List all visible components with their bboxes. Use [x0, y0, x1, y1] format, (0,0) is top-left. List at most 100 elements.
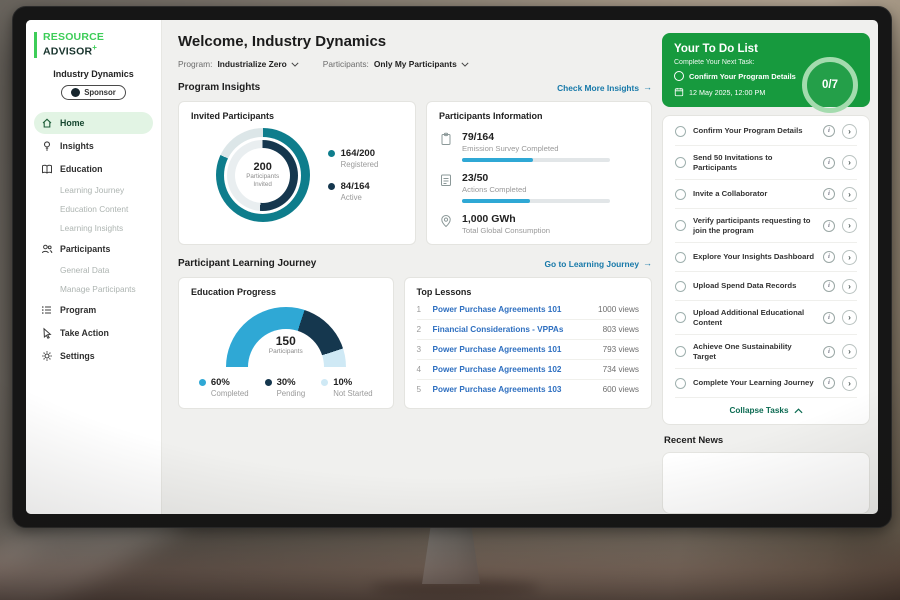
desk-shadow [0, 530, 900, 600]
education-progress-card: Education Progress 150 Participants [178, 277, 394, 409]
chevron-right-icon[interactable]: › [842, 155, 857, 170]
legend-dot [328, 150, 335, 157]
lesson-link[interactable]: Power Purchase Agreements 101 [433, 305, 591, 314]
logo-resource: RESOURCE [43, 31, 104, 43]
legend-item-not-started: 10% Not Started [321, 377, 372, 398]
info-icon[interactable]: i [823, 220, 835, 232]
program-insights-header: Program Insights Check More Insights→ [178, 82, 652, 93]
legend-item-registered: 164/200 Registered [328, 148, 379, 169]
sidebar-item-insights[interactable]: Insights [34, 135, 153, 157]
desk-photo-background: RESOURCE ADVISOR+ Industry Dynamics Spon… [0, 0, 900, 600]
logo-plus: + [92, 43, 97, 52]
todo-next-task[interactable]: Confirm Your Program Details [674, 71, 814, 81]
invited-donut-inner: 200 Participants Invited [227, 140, 298, 211]
checkbox-icon[interactable] [675, 378, 686, 389]
todo-progress-ring: 0/7 [802, 57, 858, 113]
task-row[interactable]: Confirm Your Program Details i › [675, 117, 857, 146]
sidebar-item-program[interactable]: Program [34, 299, 153, 321]
lesson-link[interactable]: Financial Considerations - VPPAs [433, 325, 595, 334]
info-icon[interactable]: i [823, 346, 835, 358]
stat-emission-survey: 79/164 Emission Survey Completed [439, 131, 639, 162]
chevron-right-icon[interactable]: › [842, 218, 857, 233]
task-row[interactable]: Verify participants requesting to join t… [675, 209, 857, 243]
participants-filter-value: Only My Participants [374, 59, 469, 69]
invited-legend: 164/200 Registered 84/164 Active [328, 148, 379, 202]
info-icon[interactable]: i [823, 280, 835, 292]
sidebar-item-general-data[interactable]: General Data [34, 261, 153, 279]
clipboard-icon [439, 132, 453, 146]
chevron-right-icon[interactable]: › [842, 124, 857, 139]
collapse-tasks-button[interactable]: Collapse Tasks [675, 398, 857, 423]
sidebar-item-settings[interactable]: Settings [34, 345, 153, 367]
task-row[interactable]: Explore Your Insights Dashboard i › [675, 243, 857, 272]
app-logo: RESOURCE ADVISOR+ [34, 32, 153, 58]
checkbox-icon[interactable] [675, 312, 686, 323]
page-title: Welcome, Industry Dynamics [178, 33, 652, 50]
sidebar-item-learning-journey[interactable]: Learning Journey [34, 181, 153, 199]
card-title: Education Progress [191, 287, 381, 297]
lesson-link[interactable]: Power Purchase Agreements 103 [433, 385, 595, 394]
chevron-right-icon[interactable]: › [842, 250, 857, 265]
sidebar-item-take-action[interactable]: Take Action [34, 322, 153, 344]
sidebar-item-home[interactable]: Home [34, 112, 153, 134]
lesson-row: 4 Power Purchase Agreements 102 734 view… [417, 360, 639, 380]
task-row[interactable]: Complete Your Learning Journey i › [675, 369, 857, 398]
checkbox-icon[interactable] [675, 281, 686, 292]
check-more-insights-link[interactable]: Check More Insights→ [557, 83, 652, 93]
todo-column: Your To Do List Complete Your Next Task:… [662, 20, 878, 514]
lesson-link[interactable]: Power Purchase Agreements 102 [433, 365, 595, 374]
home-icon [41, 117, 53, 129]
chevron-down-icon [291, 62, 299, 67]
legend-item-pending: 30% Pending [265, 377, 306, 398]
task-row[interactable]: Invite a Collaborator i › [675, 180, 857, 209]
sponsor-badge[interactable]: Sponsor [61, 85, 126, 100]
checkbox-icon[interactable] [675, 157, 686, 168]
arrow-right-icon: → [643, 83, 652, 92]
todo-title: Your To Do List [674, 43, 858, 55]
info-icon[interactable]: i [823, 125, 835, 137]
checkbox-icon[interactable] [674, 71, 684, 81]
task-row[interactable]: Achieve One Sustainability Target i › [675, 335, 857, 369]
chevron-right-icon[interactable]: › [842, 310, 857, 325]
go-to-learning-journey-link[interactable]: Go to Learning Journey→ [545, 259, 652, 269]
sidebar-item-participants[interactable]: Participants [34, 238, 153, 260]
sidebar-item-education-content[interactable]: Education Content [34, 200, 153, 218]
info-icon[interactable]: i [823, 251, 835, 263]
chevron-right-icon[interactable]: › [842, 344, 857, 359]
info-bar-fill-1 [462, 199, 530, 203]
section-title: Participant Learning Journey [178, 258, 316, 269]
checkbox-icon[interactable] [675, 346, 686, 357]
legend-dot [265, 379, 272, 386]
checkbox-icon[interactable] [675, 252, 686, 263]
checkbox-icon[interactable] [675, 220, 686, 231]
participants-information-card: Participants Information 79/164 Emission… [426, 101, 652, 245]
sidebar-item-learning-insights[interactable]: Learning Insights [34, 219, 153, 237]
info-icon[interactable]: i [823, 312, 835, 324]
checkbox-icon[interactable] [675, 126, 686, 137]
task-row[interactable]: Upload Spend Data Records i › [675, 272, 857, 301]
sidebar-item-label: Program [60, 305, 96, 315]
chevron-right-icon[interactable]: › [842, 279, 857, 294]
task-row[interactable]: Send 50 Invitations to Participants i › [675, 146, 857, 180]
info-icon[interactable]: i [823, 157, 835, 169]
logo-advisor: ADVISOR [43, 45, 92, 57]
chevron-right-icon[interactable]: › [842, 376, 857, 391]
program-filter[interactable]: Program: Industrialize Zero [178, 59, 299, 69]
task-row[interactable]: Upload Additional Educational Content i … [675, 301, 857, 335]
sidebar-item-label: Settings [60, 351, 95, 361]
sidebar-item-label: Take Action [60, 328, 109, 338]
journey-cards-row: Education Progress 150 Participants [178, 277, 652, 409]
invited-donut-outer: 200 Participants Invited [216, 128, 310, 222]
top-lessons-card: Top Lessons 1 Power Purchase Agreements … [404, 277, 652, 409]
sidebar-item-education[interactable]: Education [34, 158, 153, 180]
sidebar-item-label: Home [60, 118, 84, 128]
participants-filter[interactable]: Participants: Only My Participants [323, 59, 469, 69]
checkbox-icon[interactable] [675, 189, 686, 200]
chevron-right-icon[interactable]: › [842, 187, 857, 202]
card-title: Invited Participants [191, 111, 403, 121]
info-icon[interactable]: i [823, 188, 835, 200]
info-icon[interactable]: i [823, 377, 835, 389]
donut-center-value: 200 [253, 161, 271, 173]
lesson-link[interactable]: Power Purchase Agreements 101 [433, 345, 595, 354]
sidebar-item-manage-participants[interactable]: Manage Participants [34, 280, 153, 298]
